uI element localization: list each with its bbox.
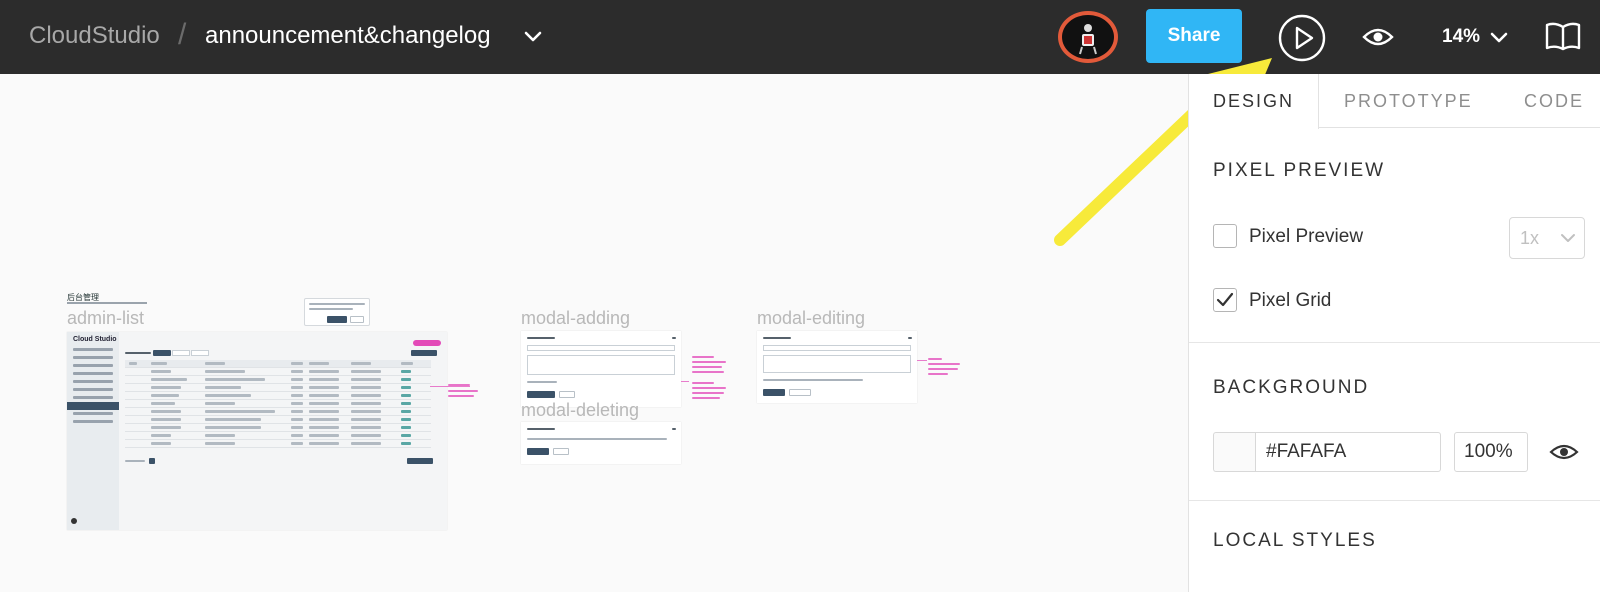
frame-label-modal-deleting[interactable]: modal-deleting (521, 400, 639, 421)
pixel-preview-title: PIXEL PREVIEW (1213, 160, 1386, 181)
tab-prototype[interactable]: PROTOTYPE (1344, 91, 1473, 112)
background-title: BACKGROUND (1213, 377, 1370, 398)
frame-label-modal-adding[interactable]: modal-adding (521, 308, 630, 329)
book-icon[interactable] (1545, 21, 1581, 51)
pixel-preview-scale-select[interactable]: 1x (1509, 217, 1585, 259)
mini-popover (304, 298, 370, 326)
design-canvas[interactable]: admin-list 后台管理 Cloud Studio modal-addin… (0, 74, 1188, 592)
admin-subheading (67, 302, 147, 304)
pixel-grid-label: Pixel Grid (1249, 290, 1332, 311)
pixel-grid-checkbox[interactable] (1213, 288, 1237, 312)
section-divider (1189, 342, 1600, 343)
frame-label-admin-list[interactable]: admin-list (67, 308, 144, 329)
checkmark-icon (1216, 292, 1234, 307)
admin-add-button (413, 340, 441, 346)
file-name[interactable]: announcement&changelog (205, 22, 491, 50)
panel-tabs: DESIGN PROTOTYPE CODE (1189, 74, 1600, 129)
background-hex-input[interactable] (1255, 432, 1441, 472)
frame-modal-deleting[interactable] (521, 422, 681, 464)
project-name[interactable]: CloudStudio (29, 22, 160, 50)
chevron-down-icon[interactable] (523, 29, 543, 45)
admin-sidebar-active-item (67, 402, 119, 410)
local-styles-title: LOCAL STYLES (1213, 530, 1377, 551)
background-opacity-input[interactable] (1454, 432, 1528, 472)
eye-icon[interactable] (1549, 440, 1579, 464)
chevron-down-icon (1561, 234, 1575, 242)
frame-label-modal-editing[interactable]: modal-editing (757, 308, 865, 329)
pixel-preview-scale-value: 1x (1520, 228, 1540, 248)
admin-sidebar: Cloud Studio (67, 332, 119, 530)
frame-admin-list[interactable]: Cloud Studio (67, 332, 447, 530)
frame-modal-adding[interactable] (521, 331, 681, 407)
pixel-preview-label: Pixel Preview (1249, 226, 1364, 247)
properties-panel: DESIGN PROTOTYPE CODE PIXEL PREVIEW Pixe… (1188, 74, 1600, 592)
pixel-preview-checkbox[interactable] (1213, 224, 1237, 248)
section-divider (1189, 500, 1600, 501)
eye-icon[interactable] (1362, 23, 1394, 51)
tab-design[interactable]: DESIGN (1213, 91, 1294, 112)
admin-brand: Cloud Studio (73, 336, 117, 343)
chevron-down-icon[interactable] (1490, 30, 1508, 46)
tab-code[interactable]: CODE (1524, 91, 1584, 112)
top-toolbar: CloudStudio / announcement&changelog Sha… (0, 0, 1600, 74)
breadcrumb-separator: / (178, 18, 187, 51)
background-color-swatch[interactable] (1213, 432, 1255, 472)
frame-modal-editing[interactable] (757, 331, 917, 403)
zoom-level[interactable]: 14% (1442, 26, 1480, 48)
